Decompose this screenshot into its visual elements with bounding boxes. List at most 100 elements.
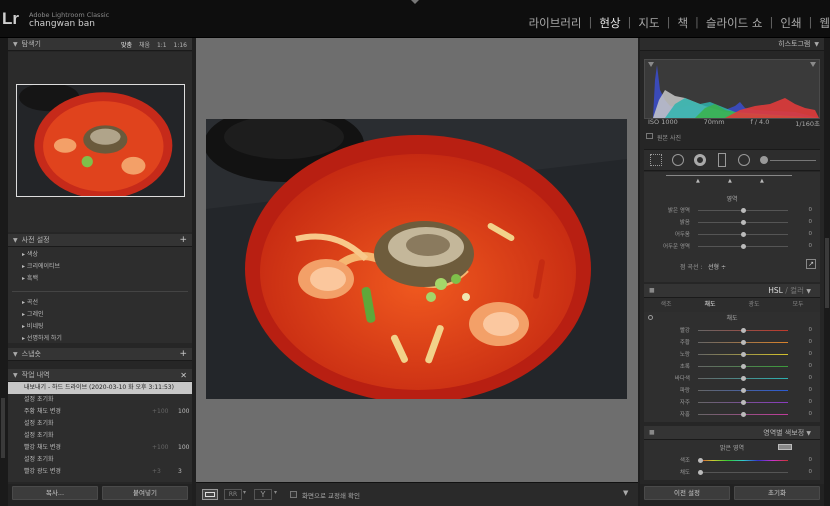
dropdown-arrow-icon[interactable]: ▾ — [243, 489, 246, 496]
module-print[interactable]: 인쇄 — [780, 15, 801, 31]
module-slideshow[interactable]: 슬라이드 쇼 — [706, 15, 763, 31]
preset-group[interactable]: ▸ 크리에이티브 — [8, 261, 192, 273]
tone-slider-darks[interactable]: 어두움 0 — [644, 228, 820, 240]
clear-history-icon[interactable]: ✕ — [180, 371, 187, 380]
history-item[interactable]: 설정 초기화 — [8, 394, 192, 406]
softproof-checkbox[interactable] — [290, 491, 297, 498]
hsl-slider-knob[interactable] — [741, 387, 746, 393]
tab-luminance[interactable]: 광도 — [748, 298, 759, 312]
navigator-thumbnail[interactable] — [16, 84, 185, 197]
main-photo[interactable] — [206, 119, 627, 399]
module-develop[interactable]: 현상 — [599, 15, 620, 31]
navigator-header[interactable]: ▼ 탐색기 맞춤 채움 1:1 1:16 — [8, 38, 192, 51]
zoom-fit[interactable]: 맞춤 — [121, 42, 132, 49]
loupe-view-icon[interactable] — [202, 489, 218, 500]
hsl-slider-track[interactable] — [698, 375, 788, 381]
original-photo-checkbox[interactable] — [646, 133, 653, 139]
before-after-icon[interactable]: RR — [224, 489, 242, 500]
hsl-header[interactable]: ■ HSL / 컬러 ▼ — [644, 284, 820, 298]
module-book[interactable]: 책 — [677, 15, 688, 31]
hsl-slider-knob[interactable] — [741, 375, 746, 381]
hsl-slider-row[interactable]: 초록 0 — [644, 360, 820, 372]
point-curve-select[interactable]: 선형 ÷ — [708, 262, 726, 271]
graduated-filter-icon[interactable] — [718, 153, 726, 167]
module-web[interactable]: 웹 — [819, 15, 830, 31]
preset-group[interactable]: ▸ 그레인 — [8, 309, 192, 321]
paste-settings-button[interactable]: 붙여넣기 — [102, 486, 188, 500]
curve-split-point-icon[interactable]: ▲ — [728, 178, 732, 184]
tone-slider-highlights[interactable]: 밝은 영역 0 — [644, 204, 820, 216]
hsl-slider-row[interactable]: 파랑 0 — [644, 384, 820, 396]
add-preset-icon[interactable]: + — [179, 235, 187, 245]
adjustment-brush-icon[interactable] — [760, 156, 768, 164]
history-item[interactable]: 설정 초기화 — [8, 418, 192, 430]
split-hue-slider[interactable]: 색조 0 — [644, 454, 820, 466]
hsl-slider-knob[interactable] — [741, 351, 746, 357]
preset-group[interactable]: ▸ 곡선 — [8, 297, 192, 309]
hsl-slider-track[interactable] — [698, 411, 788, 417]
panel-toggle-icon[interactable]: ■ — [649, 429, 655, 436]
hsl-slider-knob[interactable] — [741, 363, 746, 369]
history-item[interactable]: 빨강 광도 변경 +3 3 — [8, 466, 192, 478]
tab-hue[interactable]: 색조 — [660, 298, 671, 312]
zoom-fill[interactable]: 채움 — [139, 42, 150, 49]
hsl-slider-track[interactable] — [698, 351, 788, 357]
zoom-1-1[interactable]: 1:1 — [157, 42, 167, 49]
previous-settings-button[interactable]: 이전 설정 — [644, 486, 730, 500]
preset-group[interactable]: ▸ 흑백 — [8, 273, 192, 285]
hsl-slider-track[interactable] — [698, 339, 788, 345]
hsl-slider-track[interactable] — [698, 399, 788, 405]
tone-slider-lights[interactable]: 밝음 0 — [644, 216, 820, 228]
histogram-graph[interactable] — [644, 59, 820, 119]
preset-group[interactable]: ▸ 색상 — [8, 249, 192, 261]
hsl-slider-row[interactable]: 자주 0 — [644, 396, 820, 408]
curve-split-point-icon[interactable]: ▲ — [760, 178, 764, 184]
collapse-top-panel-icon[interactable] — [411, 0, 419, 4]
dropdown-arrow-icon[interactable]: ▾ — [274, 489, 277, 496]
tab-saturation[interactable]: 채도 — [704, 298, 715, 312]
tone-slider-shadows[interactable]: 어두운 영역 0 — [644, 240, 820, 252]
histogram-header[interactable]: 히스토그램 ▼ — [640, 38, 824, 51]
hsl-slider-row[interactable]: 주황 0 — [644, 336, 820, 348]
red-eye-icon[interactable] — [694, 154, 706, 166]
target-adjust-icon[interactable]: ↗ — [806, 259, 816, 269]
presets-header[interactable]: ▼ 사전 설정 + — [8, 234, 192, 247]
history-item[interactable]: 내보내기 - 하드 드라이브 (2020-03-10 화 오후 3:11:53) — [8, 382, 192, 394]
toolbar-menu-icon[interactable]: ▼ — [623, 489, 628, 497]
hsl-slider-knob[interactable] — [741, 411, 746, 417]
color-swatch[interactable] — [778, 444, 792, 450]
hsl-slider-knob[interactable] — [741, 399, 746, 405]
hsl-slider-row[interactable]: 자홍 0 — [644, 408, 820, 420]
hsl-slider-row[interactable]: 노랑 0 — [644, 348, 820, 360]
module-library[interactable]: 라이브러리 — [529, 15, 582, 31]
history-item[interactable]: 설정 초기화 — [8, 454, 192, 466]
curve-split-point-icon[interactable]: ▲ — [696, 178, 700, 184]
snapshots-header[interactable]: ▼ 스냅숏 + — [8, 348, 192, 361]
panel-toggle-icon[interactable]: ■ — [649, 287, 655, 294]
hsl-slider-row[interactable]: 바다색 0 — [644, 372, 820, 384]
copy-settings-button[interactable]: 복사... — [12, 486, 98, 500]
spot-removal-icon[interactable] — [672, 154, 684, 166]
module-map[interactable]: 지도 — [638, 15, 659, 31]
preset-group[interactable]: ▸ 선명하게 하기 — [8, 333, 192, 345]
hsl-slider-track[interactable] — [698, 387, 788, 393]
radial-filter-icon[interactable] — [738, 154, 750, 166]
before-after-swap-icon[interactable]: Y — [254, 489, 272, 500]
history-item[interactable]: 빨강 채도 변경 +100 100 — [8, 442, 192, 454]
left-scrollbar[interactable] — [1, 398, 5, 458]
brush-slider-icon[interactable] — [770, 160, 816, 161]
color-title[interactable]: 컬러 — [790, 286, 804, 295]
hsl-slider-track[interactable] — [698, 363, 788, 369]
hsl-slider-knob[interactable] — [741, 339, 746, 345]
history-item[interactable]: 설정 초기화 — [8, 430, 192, 442]
zoom-1-16[interactable]: 1:16 — [174, 42, 187, 49]
right-scrollbar[interactable] — [825, 238, 829, 308]
hsl-slider-knob[interactable] — [741, 327, 746, 333]
reset-button[interactable]: 초기화 — [734, 486, 820, 500]
add-snapshot-icon[interactable]: + — [179, 349, 187, 359]
history-header[interactable]: ▼ 작업 내역 ✕ — [8, 369, 192, 382]
hsl-slider-track[interactable] — [698, 327, 788, 333]
history-item[interactable]: 주황 채도 변경 +100 100 — [8, 406, 192, 418]
split-toning-header[interactable]: ■ 영역별 색보정 ▼ — [644, 426, 820, 440]
crop-tool-icon[interactable] — [650, 154, 662, 166]
